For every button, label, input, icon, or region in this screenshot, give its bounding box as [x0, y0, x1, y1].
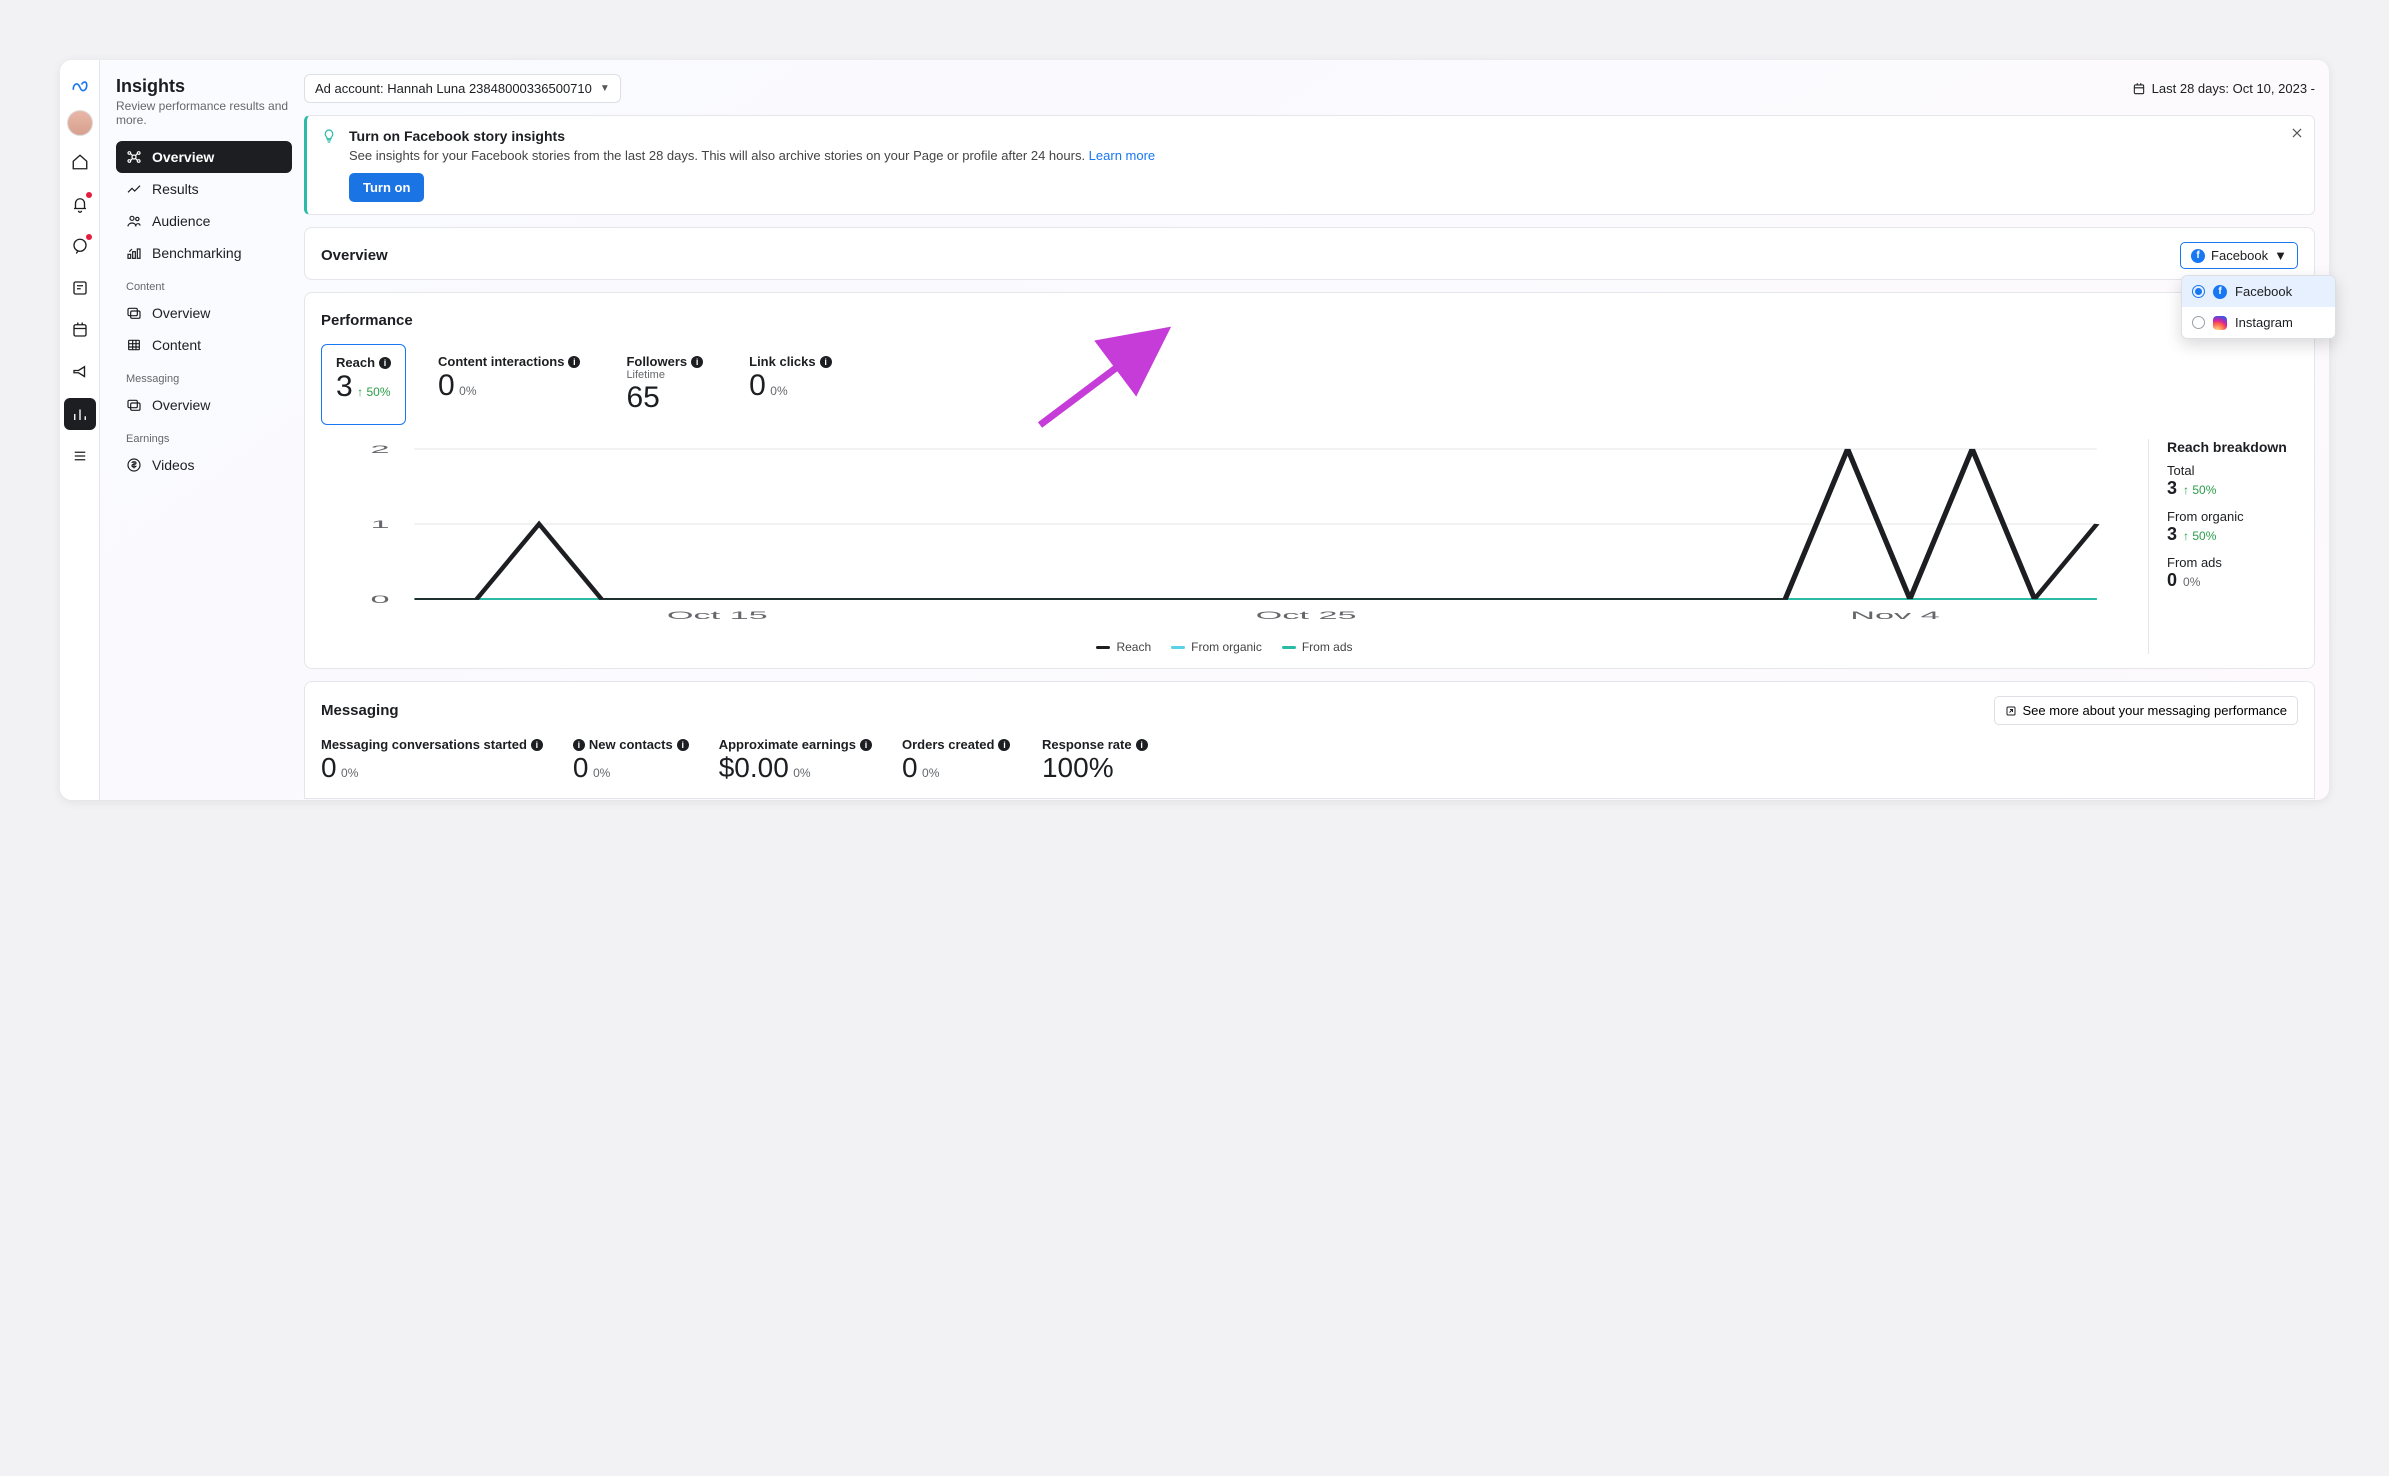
nav-content-content[interactable]: Content	[116, 329, 292, 361]
nav-benchmarking[interactable]: Benchmarking	[116, 237, 292, 269]
ads-icon[interactable]	[64, 356, 96, 388]
info-icon: i	[998, 739, 1010, 751]
date-range-selector[interactable]: Last 28 days: Oct 10, 2023 -	[2132, 81, 2315, 96]
info-icon: i	[379, 357, 391, 369]
stat-new-contacts: i New contacts i 0 0%	[573, 737, 689, 784]
platform-option-facebook[interactable]: f Facebook	[2182, 276, 2335, 307]
lightbulb-icon	[321, 128, 337, 149]
nav-results[interactable]: Results	[116, 173, 292, 205]
radio-selected-icon	[2192, 285, 2205, 298]
svg-text:0: 0	[370, 593, 389, 605]
close-icon[interactable]	[2290, 126, 2304, 145]
svg-text:Nov 4: Nov 4	[1850, 609, 1939, 621]
messages-icon[interactable]	[64, 230, 96, 262]
story-insights-banner: Turn on Facebook story insights See insi…	[304, 115, 2315, 215]
chevron-down-icon: ▼	[600, 83, 610, 94]
turn-on-button[interactable]: Turn on	[349, 173, 424, 202]
banner-learn-more-link[interactable]: Learn more	[1089, 148, 1155, 163]
performance-card: Performance Daily Reach i 3 ↑ 50% Conten…	[304, 292, 2315, 669]
banner-title: Turn on Facebook story insights	[349, 128, 2300, 144]
facebook-icon: f	[2191, 249, 2205, 263]
overview-title: Overview	[321, 247, 388, 264]
info-icon: i	[531, 739, 543, 751]
chart-legend: Reach From organic From ads	[321, 640, 2128, 654]
insights-icon[interactable]	[64, 398, 96, 430]
stat-reach[interactable]: Reach i 3 ↑ 50%	[321, 344, 406, 425]
main-content: Ad account: Hannah Luna 2384800033650071…	[300, 60, 2329, 800]
svg-text:Oct 25: Oct 25	[1256, 609, 1357, 621]
app-window: Insights Review performance results and …	[60, 60, 2329, 800]
info-icon: i	[1136, 739, 1148, 751]
stat-response-rate: Response rate i 100%	[1042, 737, 1152, 784]
svg-text:1: 1	[370, 518, 389, 530]
info-icon: i	[677, 739, 689, 751]
stat-link-clicks[interactable]: Link clicks i 0 0%	[735, 344, 845, 425]
info-icon: i	[860, 739, 872, 751]
nav-content-overview[interactable]: Overview	[116, 297, 292, 329]
performance-stats: Reach i 3 ↑ 50% Content interactions i 0…	[321, 344, 2298, 425]
nav-messaging-overview[interactable]: Overview	[116, 389, 292, 421]
messaging-card: Messaging See more about your messaging …	[304, 681, 2315, 799]
platform-selector[interactable]: f Facebook ▼ f Facebook Instagram	[2180, 242, 2298, 269]
page-title: Insights	[116, 76, 292, 97]
notifications-icon[interactable]	[64, 188, 96, 220]
info-icon: i	[573, 739, 585, 751]
instagram-icon	[2213, 316, 2227, 330]
nav-section-earnings: Earnings	[116, 421, 292, 449]
svg-text:Oct 15: Oct 15	[667, 609, 768, 621]
radio-unselected-icon	[2192, 316, 2205, 329]
sidebar: Insights Review performance results and …	[100, 60, 300, 800]
banner-body: See insights for your Facebook stories f…	[349, 148, 2300, 163]
meta-logo	[66, 72, 94, 100]
performance-title: Performance	[321, 312, 413, 329]
nav-earnings-videos[interactable]: Videos	[116, 449, 292, 481]
nav-section-content: Content	[116, 269, 292, 297]
platform-option-instagram[interactable]: Instagram	[2182, 307, 2335, 338]
reach-chart: 0 1 2 Oct 15 Oct 25 Nov 4 Reach From organic …	[321, 439, 2128, 654]
ad-account-selector[interactable]: Ad account: Hannah Luna 2384800033650071…	[304, 74, 621, 103]
breakdown-total: Total 3↑ 50%	[2167, 463, 2298, 499]
stat-content-interactions[interactable]: Content interactions i 0 0%	[424, 344, 594, 425]
nav-section-messaging: Messaging	[116, 361, 292, 389]
nav-overview[interactable]: Overview	[116, 141, 292, 173]
nav-audience[interactable]: Audience	[116, 205, 292, 237]
topbar: Ad account: Hannah Luna 2384800033650071…	[304, 74, 2315, 103]
page-subtitle: Review performance results and more.	[116, 99, 292, 127]
stat-conversations: Messaging conversations started i 0 0%	[321, 737, 543, 784]
info-icon: i	[691, 356, 703, 368]
platform-dropdown: f Facebook Instagram	[2181, 275, 2336, 339]
stat-earnings: Approximate earnings i $0.00 0%	[719, 737, 872, 784]
stat-orders: Orders created i 0 0%	[902, 737, 1012, 784]
facebook-icon: f	[2213, 285, 2227, 299]
menu-icon[interactable]	[64, 440, 96, 472]
reach-breakdown: Reach breakdown Total 3↑ 50% From organi…	[2148, 439, 2298, 654]
see-more-messaging-button[interactable]: See more about your messaging performanc…	[1994, 696, 2298, 725]
overview-card: Overview f Facebook ▼ f Facebook	[304, 227, 2315, 280]
home-icon[interactable]	[64, 146, 96, 178]
messaging-stats: Messaging conversations started i 0 0% i…	[321, 737, 2298, 784]
breakdown-organic: From organic 3↑ 50%	[2167, 509, 2298, 545]
posts-icon[interactable]	[64, 272, 96, 304]
messaging-title: Messaging	[321, 702, 399, 719]
calendar-icon[interactable]	[64, 314, 96, 346]
svg-text:2: 2	[370, 443, 389, 455]
chevron-down-icon: ▼	[2274, 248, 2287, 263]
info-icon: i	[820, 356, 832, 368]
icon-rail	[60, 60, 100, 800]
breakdown-ads: From ads 00%	[2167, 555, 2298, 591]
info-icon: i	[568, 356, 580, 368]
profile-avatar[interactable]	[67, 110, 93, 136]
stat-followers[interactable]: Followers i Lifetime 65	[612, 344, 717, 425]
